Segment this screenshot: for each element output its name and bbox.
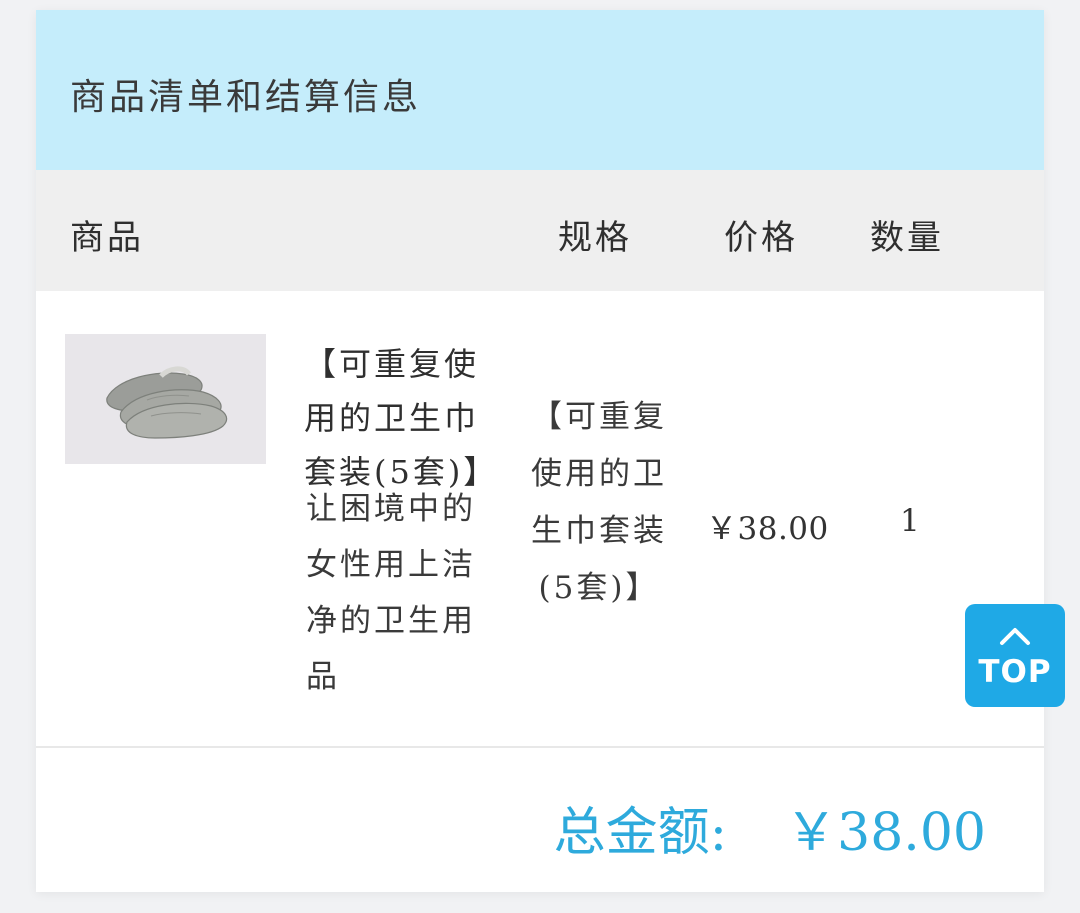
column-header-product: 商品: [70, 218, 144, 258]
product-spec: 【可重复使用的卫生巾套装(5套)】: [531, 399, 667, 606]
column-header-quantity: 数量: [870, 218, 944, 258]
total-label: 总金额:: [553, 803, 728, 863]
product-image[interactable]: [65, 334, 266, 464]
total-amount: ￥38.00: [785, 803, 986, 863]
column-header-spec: 规格: [558, 218, 632, 258]
product-quantity: 1: [900, 503, 920, 539]
order-summary-card: 商品清单和结算信息 商品 规格 价格 数量 【可重复使用的卫生巾套装(5套)】 …: [36, 10, 1044, 892]
page-title: 商品清单和结算信息: [70, 77, 422, 118]
back-to-top-button[interactable]: TOP: [965, 604, 1065, 707]
sanitary-pads-icon: [106, 366, 228, 439]
table-header: 商品 规格 价格 数量: [36, 170, 1044, 291]
divider: [36, 746, 1044, 748]
product-description: 让困境中的女性用上洁净的卫生用品: [306, 491, 476, 695]
order-total: 总金额: ￥38.00: [554, 790, 986, 865]
product-price: ￥38.00: [706, 511, 829, 547]
table-row: 【可重复使用的卫生巾套装(5套)】 让困境中的女性用上洁净的卫生用品 【可重复使…: [36, 291, 1044, 746]
product-name[interactable]: 【可重复使用的卫生巾套装(5套)】: [304, 337, 512, 499]
back-to-top-label: TOP: [978, 654, 1052, 690]
chevron-up-icon: [1000, 628, 1030, 645]
card-header: 商品清单和结算信息: [36, 10, 1044, 170]
column-header-price: 价格: [724, 218, 798, 258]
